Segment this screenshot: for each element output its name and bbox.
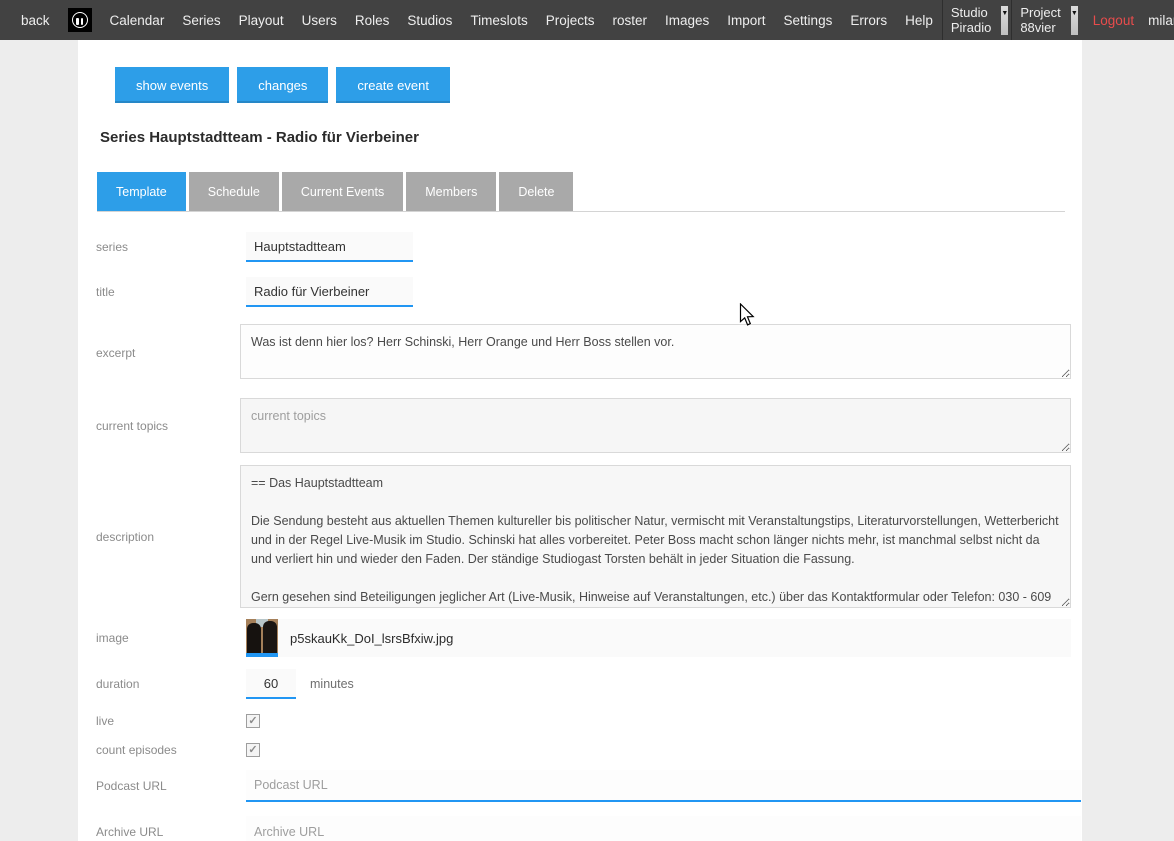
tab-schedule[interactable]: Schedule xyxy=(189,172,279,211)
nav-item-import[interactable]: Import xyxy=(718,13,774,28)
nav-item-calendar[interactable]: Calendar xyxy=(101,13,174,28)
live-checkbox[interactable]: ✓ xyxy=(246,714,260,728)
nav-item-timeslots[interactable]: Timeslots xyxy=(461,13,536,28)
nav-item-errors[interactable]: Errors xyxy=(841,13,896,28)
series-input[interactable] xyxy=(246,232,413,262)
description-textarea[interactable]: == Das Hauptstadtteam Die Sendung besteh… xyxy=(240,465,1071,608)
duration-label: duration xyxy=(78,677,240,691)
form-row-series: series xyxy=(78,232,1082,262)
nav-item-users[interactable]: Users xyxy=(293,13,346,28)
description-label: description xyxy=(78,530,240,544)
tab-current-events[interactable]: Current Events xyxy=(282,172,403,211)
excerpt-textarea[interactable]: Was ist denn hier los? Herr Schinski, He… xyxy=(240,324,1071,379)
archive-url-label: Archive URL xyxy=(78,825,240,839)
series-label: series xyxy=(78,240,240,254)
image-field: p5skauKk_DoI_lsrsBfxiw.jpg xyxy=(246,619,1071,657)
tab-members[interactable]: Members xyxy=(406,172,496,211)
series-template-form: series title excerpt Was ist denn hier l… xyxy=(78,232,1082,841)
chevron-down-icon[interactable]: ▼ xyxy=(1071,6,1078,35)
show-events-button[interactable]: show events xyxy=(115,67,229,103)
podcast-url-input[interactable] xyxy=(246,770,1081,802)
piradio-logo-icon[interactable] xyxy=(68,8,92,32)
current-topics-textarea[interactable] xyxy=(240,398,1071,453)
project-select[interactable]: Project 88vier ▼ xyxy=(1012,0,1080,40)
count-episodes-checkbox[interactable]: ✓ xyxy=(246,743,260,757)
podcast-url-label: Podcast URL xyxy=(78,779,240,793)
changes-button[interactable]: changes xyxy=(237,67,328,103)
back-link[interactable]: back xyxy=(12,13,59,28)
duration-input[interactable] xyxy=(246,669,296,699)
form-row-excerpt: excerpt Was ist denn hier los? Herr Schi… xyxy=(78,324,1082,381)
main-content: show events changes create event Series … xyxy=(78,40,1082,841)
excerpt-label: excerpt xyxy=(78,346,240,360)
image-filename: p5skauKk_DoI_lsrsBfxiw.jpg xyxy=(290,631,453,646)
tab-template[interactable]: Template xyxy=(97,172,186,211)
live-label: live xyxy=(78,714,240,728)
create-event-button[interactable]: create event xyxy=(336,67,450,103)
nav-item-studios[interactable]: Studios xyxy=(398,13,461,28)
form-row-archive-url: Archive URL xyxy=(78,816,1082,841)
series-image-thumbnail[interactable] xyxy=(246,619,278,657)
current-topics-label: current topics xyxy=(78,419,240,433)
nav-item-roster[interactable]: roster xyxy=(603,13,656,28)
logged-in-username: milan xyxy=(1144,13,1174,28)
form-row-title: title xyxy=(78,277,1082,307)
page-title: Series Hauptstadtteam - Radio für Vierbe… xyxy=(100,129,1082,146)
top-nav: back Calendar Series Playout Users Roles… xyxy=(0,0,1174,40)
title-input[interactable] xyxy=(246,277,413,307)
action-toolbar: show events changes create event xyxy=(78,40,1082,103)
form-row-count-episodes: count episodes ✓ xyxy=(78,743,1082,757)
form-row-duration: duration minutes xyxy=(78,669,1082,699)
count-episodes-label: count episodes xyxy=(78,743,240,757)
nav-item-settings[interactable]: Settings xyxy=(775,13,842,28)
pause-circle-glyph xyxy=(72,12,88,28)
logout-link[interactable]: Logout xyxy=(1081,13,1144,28)
form-row-podcast-url: Podcast URL xyxy=(78,770,1082,802)
image-label: image xyxy=(78,631,240,645)
studio-select[interactable]: Studio Piradio ▼ xyxy=(943,0,1011,40)
nav-item-projects[interactable]: Projects xyxy=(537,13,604,28)
form-row-image: image p5skauKk_DoI_lsrsBfxiw.jpg xyxy=(78,619,1082,657)
project-select-value: Project 88vier xyxy=(1020,5,1065,35)
archive-url-input[interactable] xyxy=(246,816,1081,841)
nav-item-help[interactable]: Help xyxy=(896,13,942,28)
tab-bar: Template Schedule Current Events Members… xyxy=(97,172,1065,212)
nav-item-playout[interactable]: Playout xyxy=(230,13,293,28)
form-row-live: live ✓ xyxy=(78,714,1082,728)
form-row-description: description == Das Hauptstadtteam Die Se… xyxy=(78,465,1082,608)
nav-item-images[interactable]: Images xyxy=(656,13,718,28)
nav-item-series[interactable]: Series xyxy=(173,13,229,28)
chevron-down-icon[interactable]: ▼ xyxy=(1001,6,1008,35)
tab-delete[interactable]: Delete xyxy=(499,172,573,211)
title-label: title xyxy=(78,285,240,299)
studio-select-value: Studio Piradio xyxy=(951,5,996,35)
duration-unit-label: minutes xyxy=(310,677,354,691)
form-row-current-topics: current topics xyxy=(78,398,1082,453)
nav-item-roles[interactable]: Roles xyxy=(346,13,399,28)
